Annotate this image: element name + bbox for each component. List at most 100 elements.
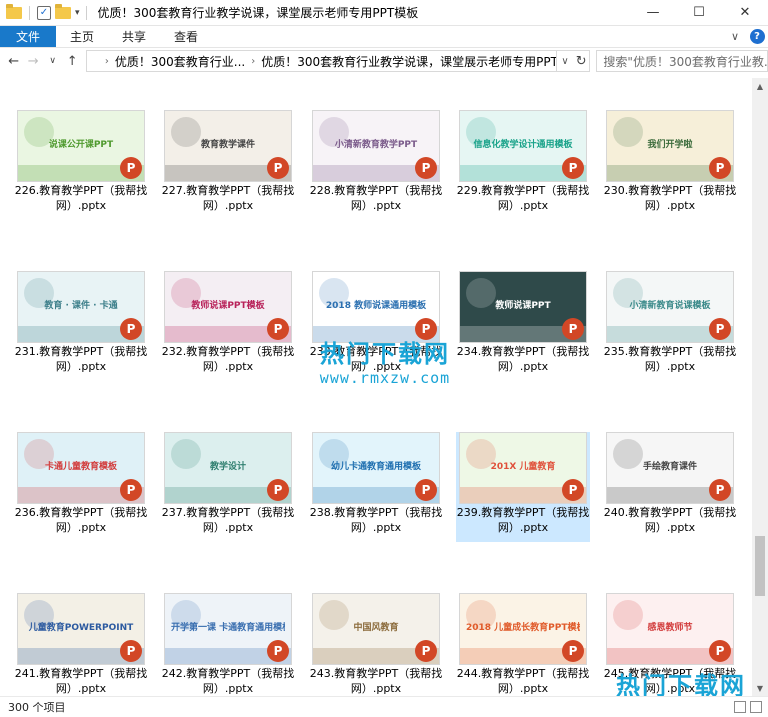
file-thumbnail: 儿童教育POWERPOINT P <box>17 593 145 665</box>
minimize-button[interactable]: — <box>630 0 676 26</box>
file-name: 231.教育教学PPT（我帮找网）.pptx <box>14 345 148 373</box>
file-thumbnail: 信息化教学设计通用模板 P <box>459 110 587 182</box>
file-item[interactable]: 201X 儿童教育 P 239.教育教学PPT（我帮找网）.pptx <box>456 432 590 542</box>
file-thumbnail: 2018 教师说课通用模板 P <box>312 271 440 343</box>
powerpoint-icon: P <box>562 157 584 179</box>
close-button[interactable]: ✕ <box>722 0 768 26</box>
scroll-down-icon[interactable]: ▼ <box>752 680 768 696</box>
thumbnail-title: 小清新教育说课模板 <box>629 301 711 311</box>
file-name: 244.教育教学PPT（我帮找网）.pptx <box>456 667 590 695</box>
powerpoint-icon: P <box>120 157 142 179</box>
file-item[interactable]: 教学设计 P 237.教育教学PPT（我帮找网）.pptx <box>161 432 295 542</box>
file-name: 237.教育教学PPT（我帮找网）.pptx <box>161 506 295 534</box>
file-name: 240.教育教学PPT（我帮找网）.pptx <box>603 506 737 534</box>
status-bar: 300 个项目 <box>0 696 768 717</box>
powerpoint-icon: P <box>415 479 437 501</box>
file-item[interactable]: 小清新教育说课模板 P 235.教育教学PPT（我帮找网）.pptx <box>603 271 737 381</box>
new-folder-icon[interactable] <box>55 3 71 19</box>
tab-view[interactable]: 查看 <box>160 26 212 47</box>
powerpoint-icon: P <box>415 640 437 662</box>
properties-icon[interactable]: ✓ <box>37 5 51 20</box>
thumbnail-title: 教育教学课件 <box>200 140 255 150</box>
thumbnail-title: 感恩教师节 <box>647 623 693 633</box>
file-thumbnail: 201X 儿童教育 P <box>459 432 587 504</box>
file-thumbnail: 中国风教育 P <box>312 593 440 665</box>
file-thumbnail: 2018 儿童成长教育PPT模板 P <box>459 593 587 665</box>
file-item[interactable]: 中国风教育 P 243.教育教学PPT（我帮找网）.pptx <box>309 593 443 696</box>
file-thumbnail: 感恩教师节 P <box>606 593 734 665</box>
address-bar[interactable]: › 优质！300套教育行业... › 优质！300套教育行业教学说课，课堂展示老… <box>85 50 558 72</box>
thumbnail-title: 教学设计 <box>209 462 246 472</box>
refresh-icon[interactable]: ↻ <box>572 50 591 72</box>
file-name: 230.教育教学PPT（我帮找网）.pptx <box>603 184 737 212</box>
file-item[interactable]: 教师说课PPT模板 P 232.教育教学PPT（我帮找网）.pptx <box>161 271 295 381</box>
powerpoint-icon: P <box>562 640 584 662</box>
file-item[interactable]: 小清新教育教学PPT P 228.教育教学PPT（我帮找网）.pptx <box>309 110 443 220</box>
back-arrow-icon[interactable]: ← <box>4 50 23 72</box>
breadcrumb-parent[interactable]: 优质！300套教育行业... <box>115 53 245 70</box>
file-name: 236.教育教学PPT（我帮找网）.pptx <box>14 506 148 534</box>
file-name: 227.教育教学PPT（我帮找网）.pptx <box>161 184 295 212</box>
file-name: 226.教育教学PPT（我帮找网）.pptx <box>14 184 148 212</box>
file-item[interactable]: 信息化教学设计通用模板 P 229.教育教学PPT（我帮找网）.pptx <box>456 110 590 220</box>
tab-share[interactable]: 共享 <box>108 26 160 47</box>
file-name: 234.教育教学PPT（我帮找网）.pptx <box>456 345 590 373</box>
file-item[interactable]: 儿童教育POWERPOINT P 241.教育教学PPT（我帮找网）.pptx <box>14 593 148 696</box>
file-name: 245.教育教学PPT（我帮找网）.pptx <box>603 667 737 695</box>
file-item[interactable]: 2018 儿童成长教育PPT模板 P 244.教育教学PPT（我帮找网）.pptx <box>456 593 590 696</box>
thumbnail-title: 教育 · 课件 · 卡通 <box>44 301 118 311</box>
details-view-icon[interactable] <box>734 701 746 713</box>
file-view: 说课公开课PPT P 226.教育教学PPT（我帮找网）.pptx 教育教学课件 P 22… <box>0 78 752 696</box>
scroll-up-icon[interactable]: ▲ <box>752 78 768 94</box>
breadcrumb-chevron-icon[interactable]: › <box>105 56 109 67</box>
thumbnail-title: 卡通儿童教育模板 <box>44 462 117 472</box>
breadcrumb-chevron-icon[interactable]: › <box>251 56 255 67</box>
search-input[interactable]: 搜索"优质！300套教育行业教... ⌕ <box>596 50 768 72</box>
scroll-thumb[interactable] <box>755 536 765 596</box>
file-item[interactable]: 我们开学啦 P 230.教育教学PPT（我帮找网）.pptx <box>603 110 737 220</box>
file-item[interactable]: 2018 教师说课通用模板 P 233.教育教学PPT（我帮找网）.pptx <box>309 271 443 381</box>
powerpoint-icon: P <box>120 479 142 501</box>
quick-access-toolbar: ✓ ▾ <box>6 3 80 20</box>
file-item[interactable]: 开学第一课 卡通教育通用模板 P 242.教育教学PPT（我帮找网）.pptx <box>161 593 295 696</box>
file-item[interactable]: 幼儿卡通教育通用模板 P 238.教育教学PPT（我帮找网）.pptx <box>309 432 443 542</box>
help-button[interactable]: ? <box>746 26 768 47</box>
file-name: 229.教育教学PPT（我帮找网）.pptx <box>456 184 590 212</box>
ribbon-expand-icon[interactable]: ∨ <box>724 26 746 47</box>
thumbnail-title: 教师说课PPT <box>495 301 551 311</box>
vertical-scrollbar[interactable]: ▲ ▼ <box>752 78 768 696</box>
file-item[interactable]: 手绘教育课件 P 240.教育教学PPT（我帮找网）.pptx <box>603 432 737 542</box>
file-item[interactable]: 说课公开课PPT P 226.教育教学PPT（我帮找网）.pptx <box>14 110 148 220</box>
folder-icon <box>6 3 22 19</box>
customize-toolbar-chevron-icon[interactable]: ▾ <box>75 8 80 18</box>
thumbnail-title: 手绘教育课件 <box>642 462 697 472</box>
powerpoint-icon: P <box>267 318 289 340</box>
file-item[interactable]: 教师说课PPT P 234.教育教学PPT（我帮找网）.pptx <box>456 271 590 381</box>
file-item[interactable]: 卡通儿童教育模板 P 236.教育教学PPT（我帮找网）.pptx <box>14 432 148 542</box>
powerpoint-icon: P <box>562 479 584 501</box>
file-item[interactable]: 教育教学课件 P 227.教育教学PPT（我帮找网）.pptx <box>161 110 295 220</box>
large-icons-view-icon[interactable] <box>750 701 762 713</box>
tab-file[interactable]: 文件 <box>0 26 57 47</box>
thumbnail-title: 开学第一课 卡通教育通用模板 <box>171 623 285 633</box>
maximize-button[interactable]: ☐ <box>676 0 722 26</box>
file-item[interactable]: 教育 · 课件 · 卡通 P 231.教育教学PPT（我帮找网）.pptx <box>14 271 148 381</box>
file-thumbnail: 幼儿卡通教育通用模板 P <box>312 432 440 504</box>
title-bar: ✓ ▾ 优质！300套教育行业教学说课，课堂展示老师专用PPT模板 — ☐ ✕ <box>0 0 768 26</box>
file-name: 243.教育教学PPT（我帮找网）.pptx <box>309 667 443 695</box>
file-thumbnail: 说课公开课PPT P <box>17 110 145 182</box>
address-dropdown-icon[interactable]: ∨ <box>557 50 573 72</box>
file-name: 232.教育教学PPT（我帮找网）.pptx <box>161 345 295 373</box>
file-name: 228.教育教学PPT（我帮找网）.pptx <box>309 184 443 212</box>
breadcrumb-current[interactable]: 优质！300套教育行业教学说课，课堂展示老师专用PPT模板 <box>261 53 556 70</box>
powerpoint-icon: P <box>120 640 142 662</box>
tab-home[interactable]: 主页 <box>56 26 108 47</box>
recent-locations-chevron-icon[interactable]: ∨ <box>43 50 62 72</box>
thumbnail-title: 2018 儿童成长教育PPT模板 <box>466 623 580 633</box>
file-name: 241.教育教学PPT（我帮找网）.pptx <box>14 667 148 695</box>
file-item[interactable]: 感恩教师节 P 245.教育教学PPT（我帮找网）.pptx <box>603 593 737 696</box>
up-arrow-icon[interactable]: ↑ <box>62 50 81 72</box>
thumbnail-title: 说课公开课PPT <box>48 140 114 150</box>
powerpoint-icon: P <box>562 318 584 340</box>
forward-arrow-icon[interactable]: → <box>23 50 42 72</box>
